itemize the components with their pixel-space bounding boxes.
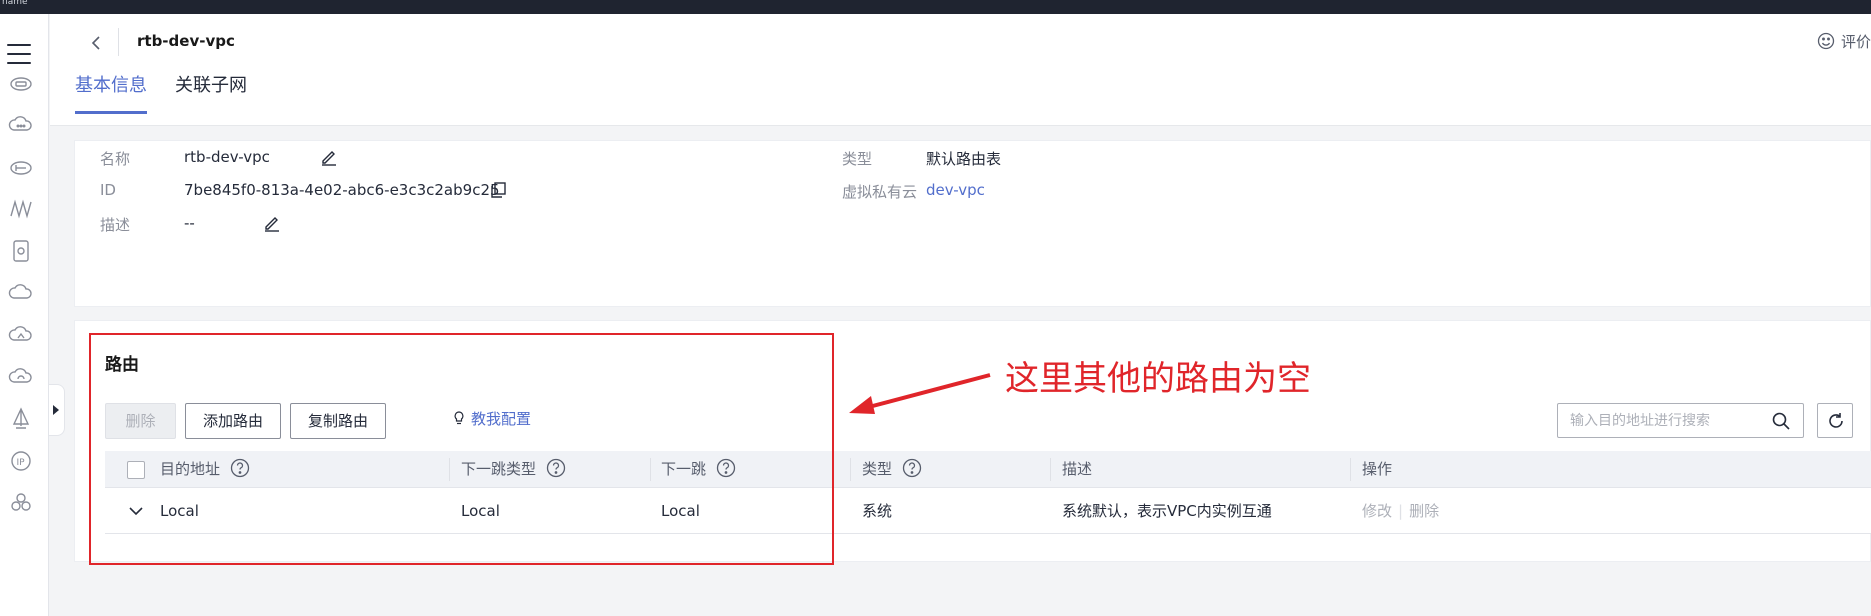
type-label: 类型	[842, 150, 873, 168]
page-title: rtb-dev-vpc	[137, 32, 235, 50]
description-label: 描述	[100, 216, 131, 234]
description-value: --	[184, 214, 195, 232]
modify-action[interactable]: 修改	[1362, 502, 1392, 520]
column-actions: 操作	[1362, 460, 1393, 478]
route-search-input[interactable]	[1570, 410, 1760, 432]
column-divider	[1350, 458, 1351, 481]
cloud-sync-icon[interactable]	[8, 364, 34, 390]
column-divider	[850, 458, 851, 481]
help-circle-icon[interactable]	[902, 455, 922, 478]
page-header: rtb-dev-vpc 评价 基本信息 关联子网	[50, 14, 1871, 126]
column-description: 描述	[1062, 460, 1093, 478]
tab-basic-info[interactable]: 基本信息	[75, 72, 147, 114]
smile-icon	[1817, 32, 1835, 50]
column-type: 类型	[862, 451, 922, 488]
ip-icon[interactable]: IP	[8, 448, 34, 474]
cloud-service-icon[interactable]	[8, 280, 34, 306]
edit-description-icon[interactable]	[262, 213, 282, 233]
type-value: 默认路由表	[926, 150, 1002, 168]
search-icon[interactable]	[1771, 411, 1791, 431]
menu-icon[interactable]	[7, 44, 31, 66]
top-bar: name	[0, 0, 1871, 14]
edit-name-icon[interactable]	[319, 147, 339, 167]
cell-description: 系统默认，表示VPC内实例互通	[1062, 502, 1272, 520]
hexagon-icon[interactable]	[8, 490, 34, 516]
name-label: 名称	[100, 150, 131, 168]
id-label: ID	[100, 181, 116, 199]
top-bar-text: name	[2, 0, 28, 7]
left-nav-rail: IP	[0, 14, 49, 616]
refresh-icon	[1829, 413, 1843, 428]
sidebar-collapse-toggle[interactable]	[49, 384, 65, 436]
svg-text:IP: IP	[17, 458, 26, 468]
annotation-arrow	[849, 373, 991, 414]
copy-icon[interactable]	[489, 180, 509, 200]
cell-actions: 修改 | 删除	[1362, 488, 1439, 534]
vpc-link[interactable]: dev-vpc	[926, 181, 985, 199]
cloud-home-icon[interactable]	[8, 322, 34, 348]
delete-action[interactable]: 删除	[1409, 502, 1439, 520]
sail-icon[interactable]	[8, 406, 34, 432]
refresh-button[interactable]	[1817, 403, 1853, 438]
cell-type: 系统	[862, 502, 893, 520]
action-separator: |	[1398, 502, 1404, 520]
header-divider	[118, 28, 119, 56]
feedback-label: 评价	[1840, 33, 1871, 51]
basic-info-card: 名称 rtb-dev-vpc ID 7be845f0-813a-4e02-abc…	[74, 140, 1871, 307]
annotation-highlight-box	[89, 333, 834, 565]
network-icon[interactable]	[8, 196, 34, 222]
vpc-label: 虚拟私有云	[842, 183, 918, 201]
tab-underline-divider	[75, 125, 1871, 126]
route-search-box	[1557, 403, 1804, 438]
back-arrow-icon[interactable]	[86, 32, 108, 54]
database-icon[interactable]	[8, 238, 34, 264]
column-type-label: 类型	[862, 460, 893, 478]
chevron-right-icon	[53, 405, 59, 415]
column-divider	[1050, 458, 1051, 481]
cloud-icon[interactable]	[8, 112, 34, 138]
annotation-text: 这里其他的路由为空	[1005, 359, 1311, 399]
id-value: 7be845f0-813a-4e02-abc6-e3c3c2ab9c25	[184, 181, 500, 199]
elastic-cloud-server-icon[interactable]	[8, 70, 34, 96]
name-value: rtb-dev-vpc	[184, 148, 270, 166]
feedback-button[interactable]: 评价	[1817, 31, 1871, 52]
tab-associated-subnets[interactable]: 关联子网	[175, 72, 247, 114]
storage-icon[interactable]	[8, 154, 34, 180]
